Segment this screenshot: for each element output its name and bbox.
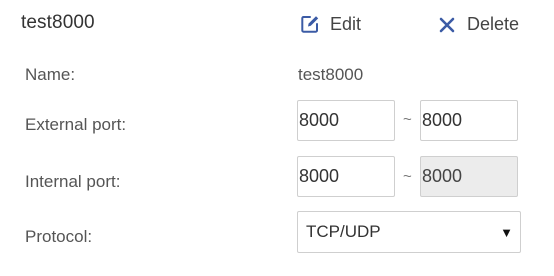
internal-port-end-input: [420, 156, 518, 197]
edit-icon: [300, 14, 320, 34]
protocol-label: Protocol:: [25, 227, 93, 246]
port-forwarding-rule-panel: test8000 Edit Delete Name: test8000 Exte…: [0, 0, 554, 276]
caret-down-icon: ▼: [500, 224, 513, 240]
name-label: Name:: [25, 65, 76, 84]
internal-port-range-separator: ~: [403, 168, 412, 185]
rule-name-heading: test8000: [21, 12, 95, 33]
delete-label: Delete: [467, 13, 520, 34]
edit-label: Edit: [330, 13, 362, 34]
external-port-start-input[interactable]: [297, 100, 395, 141]
external-port-label: External port:: [25, 115, 127, 134]
internal-port-label: Internal port:: [25, 172, 121, 191]
external-port-range-separator: ~: [403, 111, 412, 128]
close-icon: [437, 14, 457, 34]
name-value: test8000: [298, 65, 364, 84]
protocol-selected-value: TCP/UDP: [306, 222, 381, 241]
delete-button[interactable]: Delete: [437, 10, 519, 38]
external-port-end-input[interactable]: [420, 100, 518, 141]
protocol-select[interactable]: TCP/UDP ▼: [297, 211, 521, 253]
internal-port-start-input[interactable]: [297, 156, 395, 197]
edit-button[interactable]: Edit: [300, 10, 361, 38]
